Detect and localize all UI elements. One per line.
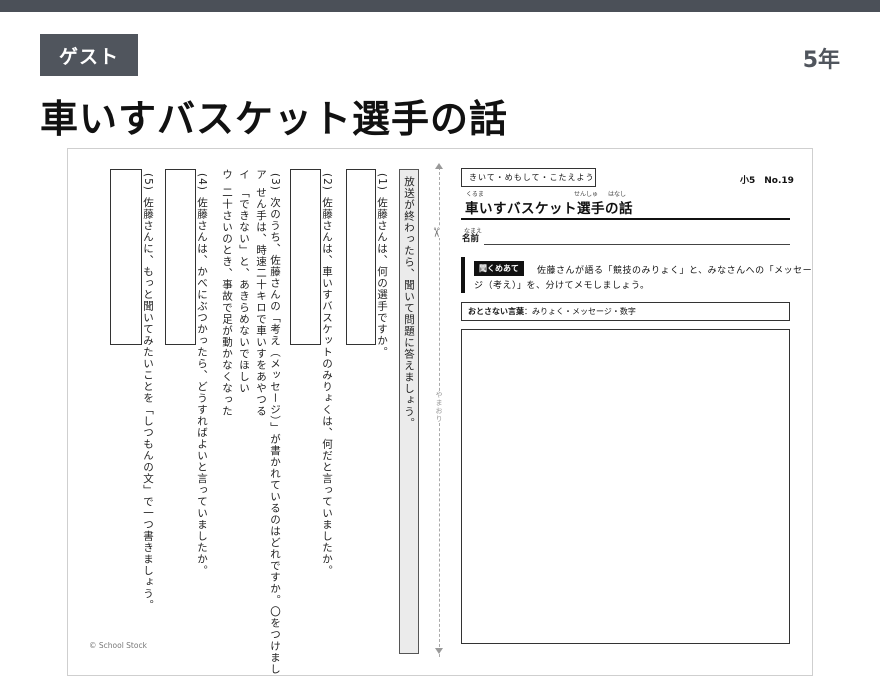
question-number: (5) (142, 173, 154, 191)
keywords-label: おとさない言葉 (468, 307, 524, 316)
scissors-icon: ✂ (427, 227, 443, 238)
page-title: 車いすバスケット選手の話 (40, 97, 509, 141)
top-bar (0, 0, 880, 12)
question-number: (4) (196, 173, 208, 191)
name-line (484, 244, 790, 245)
listening-goal: 聞くめあて 佐藤さんが語る「競技のみりょく」と、みなさんへの「メッセー ジ（考え… (461, 257, 812, 293)
worksheet-image: 放送が終わったら、聞いて問題に答えましょう。 (1) 佐藤さんは、何の選手ですか… (67, 148, 813, 676)
goal-text-line-1: 佐藤さんが語る「競技のみりょく」と、みなさんへの「メッセー (537, 266, 813, 276)
option-text: 「できない」と、あきらめないでほしい (238, 187, 250, 394)
question-text: 次のうち、佐藤さんの「考え（メッセージ）」が書かれているのはどれですか。〇をつけ… (269, 197, 281, 676)
memo-box (461, 329, 790, 644)
worksheet-number: 小5 No.19 (740, 176, 794, 186)
answer-box-1 (346, 169, 376, 345)
keywords-text: ：みりょく・メッセージ・数字 (524, 307, 636, 316)
question-text: 佐藤さんに、もっと聞いてみたいことを「しつもんの文」で一つ書きましょう。 (142, 197, 154, 611)
goal-text-line-2: ジ（考え）」を、分けてメモしましょう。 (474, 281, 650, 291)
question-number: (3) (269, 173, 281, 191)
question-number: (1) (376, 173, 388, 191)
answer-box-5 (110, 169, 142, 345)
question-text: 佐藤さんは、かべにぶつかったら、どうすればよいと言っていましたか。 (196, 197, 208, 577)
grade-label: 5年 (802, 48, 840, 73)
fold-arrow-down-icon (435, 648, 443, 654)
fold-label: やまおり (433, 391, 445, 423)
question-text: 佐藤さんは、何の選手ですか。 (376, 197, 388, 358)
worksheet-tag: きいて・めもして・こたえよう (461, 168, 596, 187)
question-text: 佐藤さんは、車いすバスケットのみりょくは、何だと言っていましたか。 (321, 197, 333, 577)
option-text: せん手は、時速二十キロで車いすをあやつる (255, 187, 267, 417)
instruction-text: 放送が終わったら、聞いて問題に答えましょう。 (403, 176, 415, 429)
question-number: (2) (321, 173, 333, 191)
title-rule (461, 218, 790, 220)
instruction-box: 放送が終わったら、聞いて問題に答えましょう。 (399, 169, 419, 654)
fold-arrow-up-icon (435, 163, 443, 169)
option-label: ウ (221, 169, 233, 181)
name-label: 名前 (462, 234, 480, 244)
answer-box-4 (165, 169, 196, 345)
keywords-box: おとさない言葉 ：みりょく・メッセージ・数字 (461, 302, 790, 321)
worksheet-title: 車いすバスケット選手の話 (465, 201, 633, 217)
option-label: ア (255, 169, 267, 181)
option-label: イ (238, 169, 250, 181)
option-text: 二十さいのとき、事故で足が動かなくなった (221, 187, 233, 417)
copyright: © School Stock (89, 641, 147, 650)
answer-box-2 (290, 169, 321, 345)
guest-badge: ゲスト (40, 34, 138, 76)
goal-label: 聞くめあて (474, 261, 524, 276)
